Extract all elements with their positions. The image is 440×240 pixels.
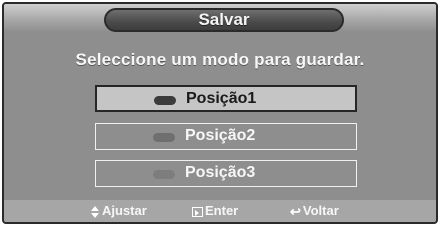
position-indicator bbox=[154, 96, 176, 105]
position-indicator bbox=[153, 170, 175, 179]
hint-adjust-label: Ajustar bbox=[102, 203, 147, 218]
option-label: Posição2 bbox=[185, 127, 256, 144]
key-hint-bar: Ajustar Enter ↩ Voltar bbox=[4, 200, 436, 222]
hint-back-label: Voltar bbox=[302, 203, 339, 218]
dialog-prompt: Seleccione um modo para guardar. bbox=[75, 50, 365, 69]
option-posicao-2[interactable]: Posição2 bbox=[95, 123, 357, 150]
hint-back: ↩ Voltar bbox=[290, 203, 339, 220]
hint-adjust: Ajustar bbox=[90, 203, 147, 218]
position-indicator bbox=[153, 133, 175, 142]
up-down-arrows-icon bbox=[90, 205, 100, 218]
enter-icon bbox=[192, 206, 203, 217]
option-label: Posição1 bbox=[186, 90, 257, 107]
option-label: Posição3 bbox=[185, 164, 256, 181]
save-dialog: Salvar Seleccione um modo para guardar. … bbox=[2, 2, 438, 224]
return-arrow-icon: ↩ bbox=[290, 203, 301, 219]
dialog-title: Salvar bbox=[104, 8, 344, 32]
hint-enter: Enter bbox=[192, 203, 238, 218]
hint-enter-label: Enter bbox=[205, 203, 239, 218]
option-posicao-1[interactable]: Posição1 bbox=[95, 85, 357, 112]
option-posicao-3[interactable]: Posição3 bbox=[95, 160, 357, 187]
